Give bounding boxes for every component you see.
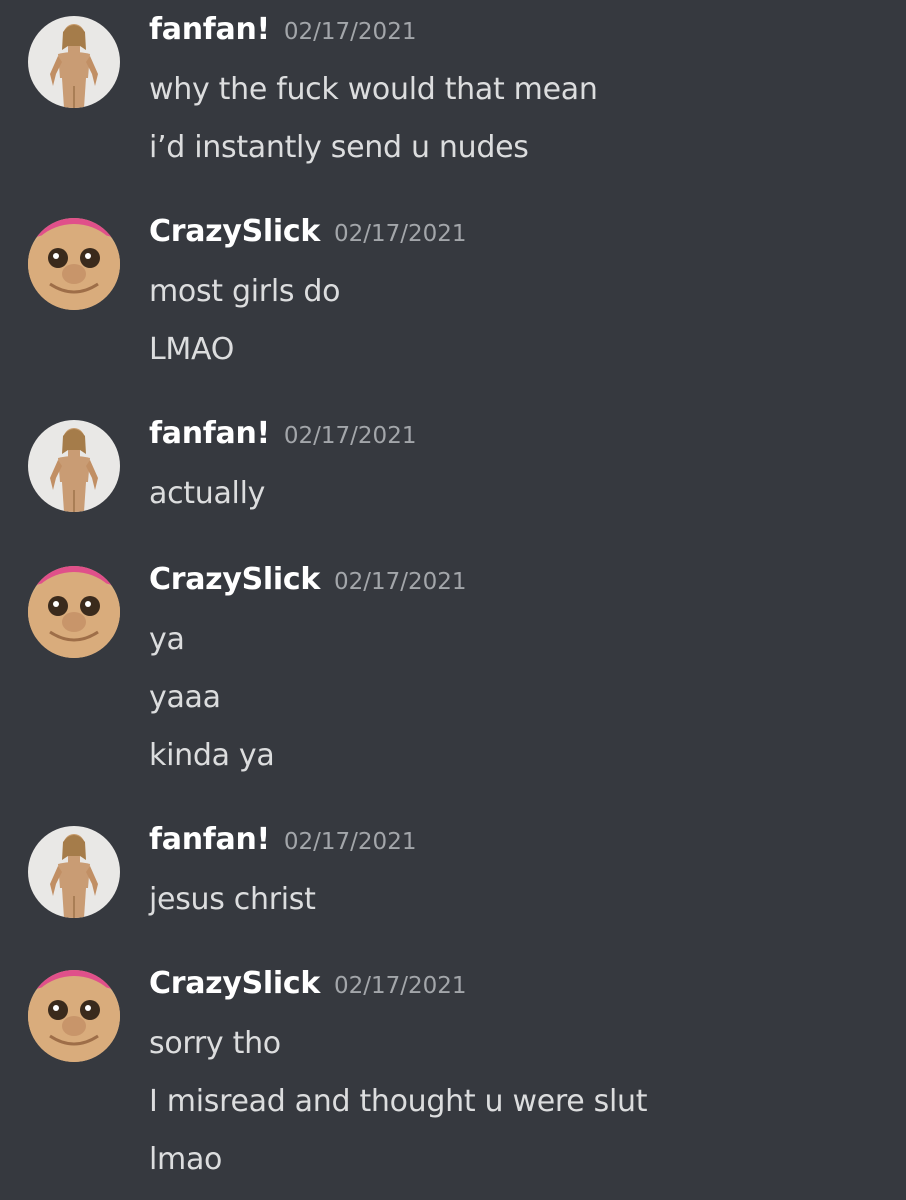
message-header: fanfan! 02/17/2021 bbox=[149, 822, 416, 862]
chat-log: fanfan! 02/17/2021 why the fuck would tha… bbox=[0, 0, 906, 1200]
message-text: kinda ya bbox=[149, 738, 275, 773]
username[interactable]: fanfan! bbox=[149, 416, 270, 451]
username[interactable]: CrazySlick bbox=[149, 214, 320, 249]
timestamp: 02/17/2021 bbox=[283, 19, 417, 45]
message-text: jesus christ bbox=[149, 882, 316, 917]
message-header: CrazySlick 02/17/2021 bbox=[149, 966, 467, 1006]
username[interactable]: CrazySlick bbox=[149, 562, 320, 597]
username[interactable]: CrazySlick bbox=[149, 966, 320, 1001]
message-header: fanfan! 02/17/2021 bbox=[149, 12, 416, 52]
message-header: CrazySlick 02/17/2021 bbox=[149, 562, 467, 602]
message-text: lmao bbox=[149, 1142, 223, 1177]
message-text: yaaa bbox=[149, 680, 221, 715]
timestamp: 02/17/2021 bbox=[333, 973, 467, 999]
message-header: fanfan! 02/17/2021 bbox=[149, 416, 416, 456]
doll-figure-avatar[interactable] bbox=[28, 420, 120, 512]
message-text: ya bbox=[149, 622, 185, 657]
username[interactable]: fanfan! bbox=[149, 822, 270, 857]
troll-doll-avatar[interactable] bbox=[28, 970, 120, 1062]
message-text: I misread and thought u were slut bbox=[149, 1084, 648, 1119]
message-header: CrazySlick 02/17/2021 bbox=[149, 214, 467, 254]
message-text: i’d instantly send u nudes bbox=[149, 130, 529, 165]
timestamp: 02/17/2021 bbox=[333, 221, 467, 247]
message-text: most girls do bbox=[149, 274, 341, 309]
timestamp: 02/17/2021 bbox=[283, 829, 417, 855]
message-text: LMAO bbox=[149, 332, 235, 367]
doll-figure-avatar[interactable] bbox=[28, 16, 120, 108]
timestamp: 02/17/2021 bbox=[283, 423, 417, 449]
message-text: why the fuck would that mean bbox=[149, 72, 598, 107]
doll-figure-avatar[interactable] bbox=[28, 826, 120, 918]
message-text: actually bbox=[149, 476, 266, 511]
troll-doll-avatar[interactable] bbox=[28, 218, 120, 310]
troll-doll-avatar[interactable] bbox=[28, 566, 120, 658]
username[interactable]: fanfan! bbox=[149, 12, 270, 47]
message-text: sorry tho bbox=[149, 1026, 281, 1061]
timestamp: 02/17/2021 bbox=[333, 569, 467, 595]
